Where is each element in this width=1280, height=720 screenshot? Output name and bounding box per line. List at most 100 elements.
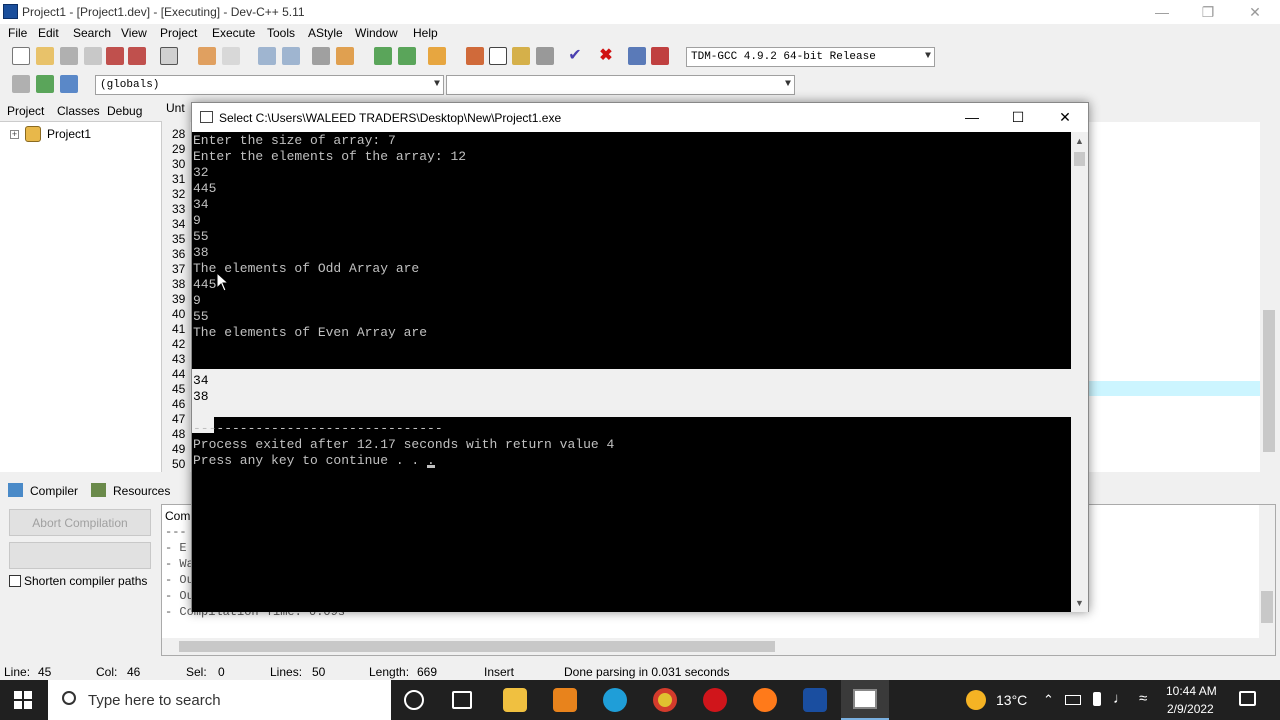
- close-file-icon[interactable]: [106, 47, 124, 65]
- expand-icon[interactable]: +: [10, 130, 19, 139]
- tab-compiler[interactable]: Compiler: [30, 484, 78, 498]
- shorten-paths-checkbox[interactable]: [9, 575, 21, 587]
- status-message: Done parsing in 0.031 seconds: [564, 665, 730, 679]
- line-number: 41: [172, 322, 186, 336]
- stop-execution-icon[interactable]: ✖: [597, 47, 615, 65]
- editor-scroll-thumb[interactable]: [1263, 310, 1275, 452]
- windows-start-icon[interactable]: [14, 691, 32, 709]
- find-icon[interactable]: [258, 47, 276, 65]
- notifications-icon[interactable]: [1239, 691, 1256, 706]
- console-window[interactable]: Select C:\Users\WALEED TRADERS\Desktop\N…: [191, 102, 1089, 612]
- toggle-icon[interactable]: [36, 75, 54, 93]
- devcpp-taskbar-icon[interactable]: [803, 688, 827, 712]
- new-file-icon[interactable]: [12, 47, 30, 65]
- usb-icon[interactable]: [1093, 692, 1101, 706]
- console-title: Select C:\Users\WALEED TRADERS\Desktop\N…: [219, 111, 562, 125]
- goto-prev-icon[interactable]: [398, 47, 416, 65]
- goto-icon[interactable]: [60, 75, 78, 93]
- bookmark-icon[interactable]: [428, 47, 446, 65]
- chevron-up-icon[interactable]: ⌃: [1043, 692, 1054, 708]
- profile-icon[interactable]: [628, 47, 646, 65]
- indent-icon[interactable]: [312, 47, 330, 65]
- compile-run-icon[interactable]: [512, 47, 530, 65]
- shorten-paths-label: Shorten compiler paths: [24, 574, 148, 588]
- weather-icon[interactable]: [966, 690, 986, 710]
- battery-icon[interactable]: [1065, 695, 1081, 705]
- open-file-icon[interactable]: [36, 47, 54, 65]
- compile-icon[interactable]: [466, 47, 484, 65]
- log-hscroll-thumb[interactable]: [179, 641, 775, 652]
- menu-file[interactable]: File: [8, 26, 27, 40]
- console-scrollbar[interactable]: ▲ ▼: [1071, 132, 1088, 612]
- console-minimize-button[interactable]: —: [949, 103, 995, 132]
- close-all-icon[interactable]: [128, 47, 146, 65]
- volume-icon[interactable]: ♩: [1113, 690, 1128, 707]
- task-view-icon[interactable]: [452, 691, 472, 709]
- sublime-text-icon[interactable]: [553, 688, 577, 712]
- minimize-button[interactable]: —: [1139, 0, 1185, 24]
- run-icon[interactable]: [489, 47, 507, 65]
- menu-execute[interactable]: Execute: [212, 26, 255, 40]
- tab-debug[interactable]: Debug: [107, 104, 142, 118]
- cortana-icon[interactable]: [404, 690, 424, 710]
- console-title-bar[interactable]: Select C:\Users\WALEED TRADERS\Desktop\N…: [192, 103, 1088, 132]
- menu-astyle[interactable]: AStyle: [308, 26, 343, 40]
- tab-classes[interactable]: Classes: [57, 104, 100, 118]
- edge-icon[interactable]: [603, 688, 627, 712]
- menu-view[interactable]: View: [121, 26, 147, 40]
- console-output[interactable]: Enter the size of array: 7 Enter the ele…: [192, 132, 1071, 612]
- console-scroll-thumb[interactable]: [1074, 152, 1085, 166]
- clock-date[interactable]: 2/9/2022: [1167, 702, 1214, 716]
- compiler-select[interactable]: TDM-GCC 4.9.2 64-bit Release ▼: [686, 47, 935, 67]
- firefox-icon[interactable]: [753, 688, 777, 712]
- tab-resources[interactable]: Resources: [113, 484, 170, 498]
- scroll-down-icon[interactable]: ▼: [1075, 598, 1084, 608]
- scroll-up-icon[interactable]: ▲: [1075, 136, 1084, 146]
- redo-icon[interactable]: [222, 47, 240, 65]
- text-cursor: [427, 465, 435, 468]
- delete-profile-icon[interactable]: [651, 47, 669, 65]
- chrome-icon[interactable]: [653, 688, 677, 712]
- unindent-icon[interactable]: [336, 47, 354, 65]
- console-maximize-button[interactable]: ☐: [995, 103, 1041, 132]
- tab-project[interactable]: Project: [7, 104, 44, 118]
- log-line: - Wa: [165, 557, 194, 571]
- close-button[interactable]: ✕: [1232, 0, 1278, 24]
- console-taskbar-button[interactable]: [841, 680, 889, 720]
- console-close-button[interactable]: ✕: [1042, 103, 1088, 132]
- replace-icon[interactable]: [282, 47, 300, 65]
- save-all-icon[interactable]: [84, 47, 102, 65]
- maximize-button[interactable]: ❐: [1185, 0, 1231, 24]
- log-vscroll[interactable]: [1259, 505, 1275, 655]
- menu-edit[interactable]: Edit: [38, 26, 59, 40]
- menu-search[interactable]: Search: [73, 26, 111, 40]
- menu-tools[interactable]: Tools: [267, 26, 295, 40]
- scope-select[interactable]: (globals) ▼: [95, 75, 444, 95]
- console-line: 34: [193, 197, 209, 212]
- taskbar-search[interactable]: Type here to search: [48, 680, 391, 720]
- log-line: - Ou: [165, 589, 194, 603]
- rebuild-icon[interactable]: [536, 47, 554, 65]
- opera-icon[interactable]: [703, 688, 727, 712]
- temperature: 13°C: [996, 692, 1028, 708]
- status-col-label: Col:: [96, 665, 118, 679]
- insert-icon[interactable]: [12, 75, 30, 93]
- project-tree-item[interactable]: Project1: [47, 127, 91, 141]
- clock-time[interactable]: 10:44 AM: [1166, 684, 1217, 698]
- syntax-check-icon[interactable]: ✔: [566, 47, 584, 65]
- member-select[interactable]: ▼: [446, 75, 795, 95]
- log-vscroll-thumb[interactable]: [1261, 591, 1273, 623]
- wifi-icon[interactable]: ≈: [1139, 690, 1147, 707]
- undo-icon[interactable]: [198, 47, 216, 65]
- log-hscroll[interactable]: [162, 638, 1259, 655]
- print-icon[interactable]: [160, 47, 178, 65]
- goto-next-icon[interactable]: [374, 47, 392, 65]
- file-explorer-icon[interactable]: [503, 688, 527, 712]
- abort-compilation-button[interactable]: Abort Compilation: [9, 509, 151, 536]
- menu-project[interactable]: Project: [160, 26, 197, 40]
- console-line: Enter the size of array: 7: [193, 133, 396, 148]
- menu-window[interactable]: Window: [355, 26, 398, 40]
- menu-help[interactable]: Help: [413, 26, 438, 40]
- editor-scrollbar[interactable]: [1260, 122, 1278, 472]
- save-icon[interactable]: [60, 47, 78, 65]
